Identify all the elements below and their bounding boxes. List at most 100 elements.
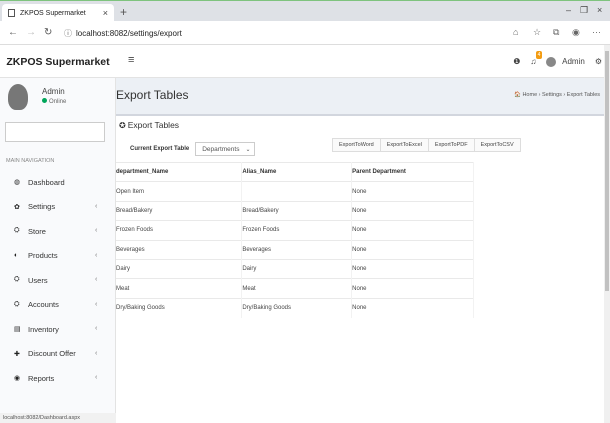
gears-icon[interactable]: ⚙	[595, 57, 602, 66]
export-control-row: Current Export Table Departments ⌄	[130, 142, 256, 156]
table-cell: None	[351, 258, 474, 279]
close-tab-icon[interactable]: ×	[103, 8, 108, 18]
maximize-icon[interactable]: ❐	[580, 5, 588, 16]
plus-icon: ✚	[14, 350, 20, 358]
sidebar-item-reports[interactable]: ◉ Reports ‹	[0, 366, 116, 391]
minimize-icon[interactable]: –	[566, 5, 571, 15]
export-buttons: ExportToWord ExportToExcel ExportToPDF Expo…	[332, 138, 521, 152]
app-header: ZKPOS Supermarket ≡ ❶ ♫ 4 Admin ⚙	[0, 45, 610, 78]
column-header[interactable]: Alias_Name	[241, 161, 353, 182]
reload-icon[interactable]: ↻	[44, 27, 52, 38]
notification-badge: 4	[535, 51, 543, 59]
address-bar: ← → ↻ ⓘ localhost:8082/settings/export ⌂…	[0, 21, 610, 45]
sidebar-item-inventory[interactable]: ▤ Inventory ‹	[0, 317, 116, 342]
github-icon[interactable]: ❶	[513, 57, 520, 66]
close-window-icon[interactable]: ×	[597, 5, 602, 15]
sidebar-search-input[interactable]	[5, 122, 105, 142]
user-menu[interactable]: Admin	[546, 56, 585, 67]
scrollbar-thumb[interactable]	[605, 51, 609, 291]
export-table-select[interactable]: Departments ⌄	[195, 142, 256, 156]
sidebar-item-products[interactable]: ◐ Products ‹	[0, 244, 116, 269]
sidebar-item-label: Store	[28, 226, 46, 236]
chevron-left-icon: ‹	[95, 300, 98, 308]
sidebar-item-label: Reports	[28, 373, 55, 383]
chevron-left-icon: ‹	[95, 202, 98, 210]
table-cell	[241, 181, 353, 202]
read-aloud-icon[interactable]: ⌂	[513, 27, 518, 37]
tab-title: ZKPOS Supermarket	[20, 9, 86, 17]
avatar	[546, 56, 557, 67]
table-row: Frozen Foods Frozen Foods None	[116, 220, 474, 241]
chevron-down-icon: ⌄	[245, 146, 251, 153]
table-cell: None	[351, 181, 474, 202]
dashboard-icon: ◍	[14, 179, 21, 187]
table-row: Open Item None	[116, 181, 474, 202]
browser-tab[interactable]: ZKPOS Supermarket ×	[2, 4, 114, 22]
back-icon[interactable]: ←	[8, 27, 18, 38]
favorite-icon[interactable]: ☆	[533, 27, 541, 38]
chevron-left-icon: ‹	[95, 276, 98, 283]
url-field[interactable]: ⓘ localhost:8082/settings/export	[64, 25, 182, 41]
table-row: Beverages Beverages None	[116, 239, 474, 260]
sidebar-item-users[interactable]: ⛭ Users ‹	[0, 268, 116, 293]
gear-icon: ✿	[14, 203, 20, 211]
sidebar-item-label: Inventory	[28, 324, 59, 334]
table-cell: Frozen Foods	[241, 220, 353, 241]
table-cell: Bread/Bakery	[241, 200, 353, 221]
export-icon: ✪	[119, 121, 126, 130]
column-header[interactable]: Parent Department	[351, 161, 474, 182]
export-button-excel[interactable]: ExportToExcel	[379, 138, 429, 152]
table-cell: None	[351, 297, 474, 318]
sidebar: Admin Online MAIN NAVIGATION ◍ Dashboard ✿…	[0, 78, 116, 423]
export-button-word[interactable]: ExportToWord	[332, 138, 381, 152]
sidebar-item-settings[interactable]: ✿ Settings ‹	[0, 195, 116, 220]
collections-icon[interactable]: ⧉	[553, 27, 559, 38]
chevron-left-icon: ‹	[95, 374, 98, 381]
notifications-button[interactable]: ♫ 4	[530, 51, 543, 66]
export-box: ✪ Export Tables Current Export Table Depa…	[116, 114, 604, 423]
sidebar-toggle-icon[interactable]: ≡	[128, 54, 134, 66]
sidebar-item-discount-offer[interactable]: ✚ Discount Offer ‹	[0, 342, 116, 367]
new-tab-button[interactable]: +	[120, 5, 127, 19]
table-cell: Dairy	[116, 258, 243, 279]
reports-icon: ◉	[14, 375, 21, 383]
sidebar-item-dashboard[interactable]: ◍ Dashboard	[0, 170, 116, 195]
more-icon[interactable]: ···	[592, 27, 601, 37]
sidebar-item-label: Discount Offer	[28, 349, 76, 359]
sidebar-item-accounts[interactable]: ⛭ Accounts ‹	[0, 293, 116, 318]
online-dot-icon	[42, 98, 47, 103]
table-cell: Dry/Baking Goods	[241, 297, 353, 318]
table-cell: Meat	[241, 278, 353, 299]
table-row: Meat Meat None	[116, 278, 474, 299]
brand-logo[interactable]: ZKPOS Supermarket	[0, 45, 116, 78]
table-cell: Bread/Bakery	[116, 200, 243, 221]
table-row: Bread/Bakery Bread/Bakery None	[116, 200, 474, 221]
table-cell: Beverages	[116, 239, 243, 260]
browser-tab-bar: ZKPOS Supermarket × + – ❐ ×	[0, 0, 610, 22]
breadcrumb[interactable]: 🏠 Home › Settings › Export Tables	[514, 92, 600, 98]
export-button-pdf[interactable]: ExportToPDF	[427, 138, 475, 152]
sidebar-item-label: Settings	[28, 202, 56, 212]
table-cell: None	[351, 239, 474, 260]
table-cell: None	[351, 220, 474, 241]
sidebar-user-name: Admin	[42, 87, 65, 96]
table-cell: Dairy	[241, 258, 353, 279]
nav-heading: MAIN NAVIGATION	[6, 158, 55, 164]
table-cell: Beverages	[241, 239, 353, 260]
profile-icon[interactable]: ◉	[572, 27, 580, 38]
accounts-icon: ⛭	[14, 300, 20, 308]
page-scrollbar[interactable]	[604, 45, 610, 423]
sidebar-item-label: Users	[28, 275, 48, 285]
column-header[interactable]: department_Name	[116, 161, 243, 182]
user-panel: Admin Online	[8, 84, 108, 114]
products-icon: ◐	[14, 252, 19, 260]
forward-icon[interactable]: →	[26, 27, 36, 38]
sidebar-item-label: Dashboard	[28, 177, 65, 187]
export-button-csv[interactable]: ExportToCSV	[473, 138, 521, 152]
sidebar-item-store[interactable]: ⛭ Store ‹	[0, 219, 116, 244]
main-content: Export Tables 🏠 Home › Settings › Export…	[116, 78, 604, 423]
chevron-left-icon: ‹	[95, 325, 98, 332]
user-name: Admin	[562, 56, 585, 66]
table-cell: None	[351, 278, 474, 299]
info-icon: ⓘ	[64, 28, 72, 38]
